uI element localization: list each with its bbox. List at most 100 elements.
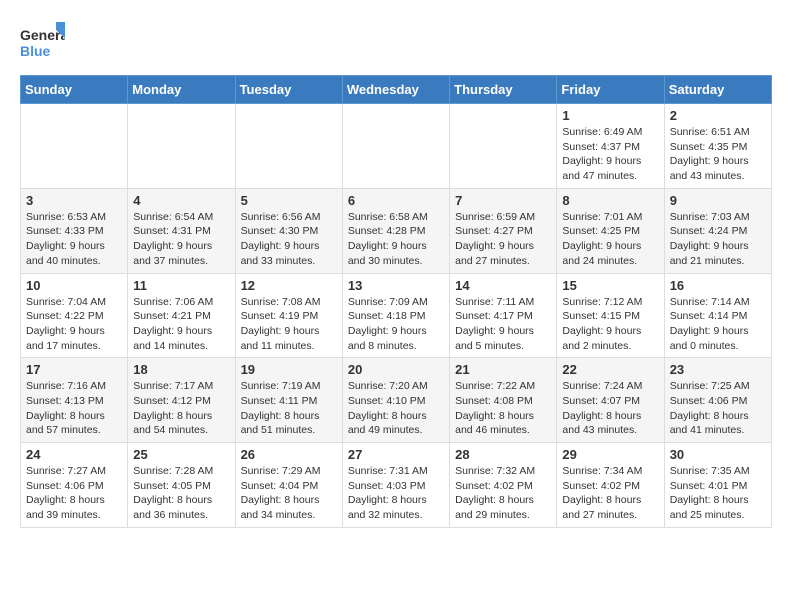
day-number: 6 bbox=[348, 193, 444, 208]
day-info: Sunrise: 7:34 AM Sunset: 4:02 PM Dayligh… bbox=[562, 464, 658, 523]
day-cell bbox=[235, 104, 342, 189]
week-row-3: 10 Sunrise: 7:04 AM Sunset: 4:22 PM Dayli… bbox=[21, 273, 772, 358]
day-number: 8 bbox=[562, 193, 658, 208]
day-cell: 17 Sunrise: 7:16 AM Sunset: 4:13 PM Dayli… bbox=[21, 358, 128, 443]
day-info: Sunrise: 7:01 AM Sunset: 4:25 PM Dayligh… bbox=[562, 210, 658, 269]
day-cell bbox=[128, 104, 235, 189]
logo-svg: GeneralBlue bbox=[20, 20, 65, 65]
day-info: Sunrise: 7:25 AM Sunset: 4:06 PM Dayligh… bbox=[670, 379, 766, 438]
day-cell: 5 Sunrise: 6:56 AM Sunset: 4:30 PM Daylig… bbox=[235, 188, 342, 273]
day-number: 25 bbox=[133, 447, 229, 462]
weekday-header-monday: Monday bbox=[128, 76, 235, 104]
day-number: 30 bbox=[670, 447, 766, 462]
day-number: 26 bbox=[241, 447, 337, 462]
day-info: Sunrise: 7:27 AM Sunset: 4:06 PM Dayligh… bbox=[26, 464, 122, 523]
day-info: Sunrise: 6:51 AM Sunset: 4:35 PM Dayligh… bbox=[670, 125, 766, 184]
day-number: 28 bbox=[455, 447, 551, 462]
day-cell: 27 Sunrise: 7:31 AM Sunset: 4:03 PM Dayli… bbox=[342, 443, 449, 528]
weekday-header-friday: Friday bbox=[557, 76, 664, 104]
day-cell: 2 Sunrise: 6:51 AM Sunset: 4:35 PM Daylig… bbox=[664, 104, 771, 189]
day-info: Sunrise: 7:14 AM Sunset: 4:14 PM Dayligh… bbox=[670, 295, 766, 354]
day-cell: 18 Sunrise: 7:17 AM Sunset: 4:12 PM Dayli… bbox=[128, 358, 235, 443]
day-number: 27 bbox=[348, 447, 444, 462]
day-number: 5 bbox=[241, 193, 337, 208]
week-row-4: 17 Sunrise: 7:16 AM Sunset: 4:13 PM Dayli… bbox=[21, 358, 772, 443]
day-cell: 22Sunrise: 7:24 AM Sunset: 4:07 PM Dayli… bbox=[557, 358, 664, 443]
day-cell: 12Sunrise: 7:08 AM Sunset: 4:19 PM Dayli… bbox=[235, 273, 342, 358]
day-info: Sunrise: 7:35 AM Sunset: 4:01 PM Dayligh… bbox=[670, 464, 766, 523]
day-number: 4 bbox=[133, 193, 229, 208]
day-number: 15 bbox=[562, 278, 658, 293]
day-number: 19 bbox=[241, 362, 337, 377]
day-info: Sunrise: 7:09 AM Sunset: 4:18 PM Dayligh… bbox=[348, 295, 444, 354]
day-cell: 3 Sunrise: 6:53 AM Sunset: 4:33 PM Daylig… bbox=[21, 188, 128, 273]
day-info: Sunrise: 7:24 AM Sunset: 4:07 PM Dayligh… bbox=[562, 379, 658, 438]
day-cell: 28 Sunrise: 7:32 AM Sunset: 4:02 PM Dayli… bbox=[450, 443, 557, 528]
day-cell: 30 Sunrise: 7:35 AM Sunset: 4:01 PM Dayli… bbox=[664, 443, 771, 528]
day-info: Sunrise: 7:19 AM Sunset: 4:11 PM Dayligh… bbox=[241, 379, 337, 438]
day-info: Sunrise: 7:20 AM Sunset: 4:10 PM Dayligh… bbox=[348, 379, 444, 438]
day-cell bbox=[21, 104, 128, 189]
day-cell: 24Sunrise: 7:27 AM Sunset: 4:06 PM Dayli… bbox=[21, 443, 128, 528]
day-info: Sunrise: 7:29 AM Sunset: 4:04 PM Dayligh… bbox=[241, 464, 337, 523]
day-info: Sunrise: 6:54 AM Sunset: 4:31 PM Dayligh… bbox=[133, 210, 229, 269]
day-cell: 21Sunrise: 7:22 AM Sunset: 4:08 PM Dayli… bbox=[450, 358, 557, 443]
day-cell: 15 Sunrise: 7:12 AM Sunset: 4:15 PM Dayli… bbox=[557, 273, 664, 358]
day-number: 10 bbox=[26, 278, 122, 293]
weekday-header-row: SundayMondayTuesdayWednesdayThursdayFrid… bbox=[21, 76, 772, 104]
day-cell: 10 Sunrise: 7:04 AM Sunset: 4:22 PM Dayli… bbox=[21, 273, 128, 358]
day-cell: 4 Sunrise: 6:54 AM Sunset: 4:31 PM Daylig… bbox=[128, 188, 235, 273]
day-info: Sunrise: 6:59 AM Sunset: 4:27 PM Dayligh… bbox=[455, 210, 551, 269]
day-number: 9 bbox=[670, 193, 766, 208]
day-info: Sunrise: 7:06 AM Sunset: 4:21 PM Dayligh… bbox=[133, 295, 229, 354]
weekday-header-wednesday: Wednesday bbox=[342, 76, 449, 104]
day-info: Sunrise: 7:04 AM Sunset: 4:22 PM Dayligh… bbox=[26, 295, 122, 354]
day-cell: 9 Sunrise: 7:03 AM Sunset: 4:24 PM Daylig… bbox=[664, 188, 771, 273]
day-info: Sunrise: 7:22 AM Sunset: 4:08 PM Dayligh… bbox=[455, 379, 551, 438]
day-info: Sunrise: 7:11 AM Sunset: 4:17 PM Dayligh… bbox=[455, 295, 551, 354]
day-cell bbox=[342, 104, 449, 189]
day-cell: 6 Sunrise: 6:58 AM Sunset: 4:28 PM Daylig… bbox=[342, 188, 449, 273]
day-number: 18 bbox=[133, 362, 229, 377]
day-number: 17 bbox=[26, 362, 122, 377]
day-number: 16 bbox=[670, 278, 766, 293]
day-cell: 13 Sunrise: 7:09 AM Sunset: 4:18 PM Dayli… bbox=[342, 273, 449, 358]
day-cell: 7 Sunrise: 6:59 AM Sunset: 4:27 PM Daylig… bbox=[450, 188, 557, 273]
day-info: Sunrise: 7:32 AM Sunset: 4:02 PM Dayligh… bbox=[455, 464, 551, 523]
day-number: 13 bbox=[348, 278, 444, 293]
svg-text:Blue: Blue bbox=[20, 43, 51, 59]
day-cell: 26 Sunrise: 7:29 AM Sunset: 4:04 PM Dayli… bbox=[235, 443, 342, 528]
weekday-header-tuesday: Tuesday bbox=[235, 76, 342, 104]
day-cell: 8 Sunrise: 7:01 AM Sunset: 4:25 PM Daylig… bbox=[557, 188, 664, 273]
header: GeneralBlue bbox=[20, 20, 772, 65]
day-cell: 20 Sunrise: 7:20 AM Sunset: 4:10 PM Dayli… bbox=[342, 358, 449, 443]
day-number: 1 bbox=[562, 108, 658, 123]
day-cell bbox=[450, 104, 557, 189]
day-info: Sunrise: 6:49 AM Sunset: 4:37 PM Dayligh… bbox=[562, 125, 658, 184]
day-info: Sunrise: 7:28 AM Sunset: 4:05 PM Dayligh… bbox=[133, 464, 229, 523]
day-cell: 19 Sunrise: 7:19 AM Sunset: 4:11 PM Dayli… bbox=[235, 358, 342, 443]
day-number: 20 bbox=[348, 362, 444, 377]
day-cell: 29Sunrise: 7:34 AM Sunset: 4:02 PM Dayli… bbox=[557, 443, 664, 528]
day-number: 7 bbox=[455, 193, 551, 208]
week-row-1: 1 Sunrise: 6:49 AM Sunset: 4:37 PM Daylig… bbox=[21, 104, 772, 189]
day-info: Sunrise: 7:17 AM Sunset: 4:12 PM Dayligh… bbox=[133, 379, 229, 438]
day-number: 2 bbox=[670, 108, 766, 123]
day-info: Sunrise: 6:53 AM Sunset: 4:33 PM Dayligh… bbox=[26, 210, 122, 269]
day-cell: 1 Sunrise: 6:49 AM Sunset: 4:37 PM Daylig… bbox=[557, 104, 664, 189]
calendar: SundayMondayTuesdayWednesdayThursdayFrid… bbox=[20, 75, 772, 528]
day-number: 14 bbox=[455, 278, 551, 293]
day-info: Sunrise: 7:03 AM Sunset: 4:24 PM Dayligh… bbox=[670, 210, 766, 269]
day-info: Sunrise: 7:12 AM Sunset: 4:15 PM Dayligh… bbox=[562, 295, 658, 354]
day-info: Sunrise: 7:08 AM Sunset: 4:19 PM Dayligh… bbox=[241, 295, 337, 354]
day-info: Sunrise: 7:31 AM Sunset: 4:03 PM Dayligh… bbox=[348, 464, 444, 523]
day-info: Sunrise: 6:56 AM Sunset: 4:30 PM Dayligh… bbox=[241, 210, 337, 269]
logo: GeneralBlue bbox=[20, 20, 65, 65]
day-number: 23 bbox=[670, 362, 766, 377]
day-info: Sunrise: 7:16 AM Sunset: 4:13 PM Dayligh… bbox=[26, 379, 122, 438]
week-row-5: 24Sunrise: 7:27 AM Sunset: 4:06 PM Dayli… bbox=[21, 443, 772, 528]
day-number: 3 bbox=[26, 193, 122, 208]
day-info: Sunrise: 6:58 AM Sunset: 4:28 PM Dayligh… bbox=[348, 210, 444, 269]
weekday-header-saturday: Saturday bbox=[664, 76, 771, 104]
day-number: 11 bbox=[133, 278, 229, 293]
